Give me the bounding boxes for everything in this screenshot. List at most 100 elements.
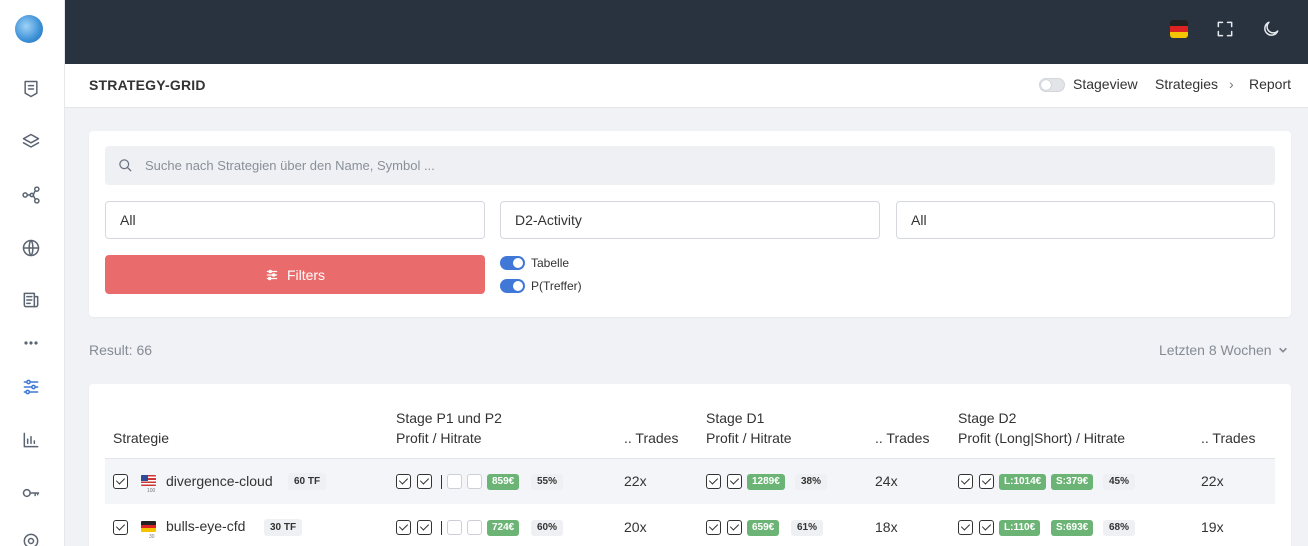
d1-trades: 24x: [875, 473, 898, 489]
d1-checkbox-2[interactable]: [727, 520, 742, 535]
list-icon[interactable]: [20, 78, 42, 100]
header-stage-d2-top: Stage D2: [958, 410, 1017, 426]
stageview-toggle[interactable]: [1039, 78, 1065, 92]
d2-hitrate-badge: 68%: [1103, 520, 1136, 536]
breadcrumb-chevron-icon: ›: [1229, 76, 1234, 92]
flag-us-icon: [141, 475, 156, 486]
switch-tabelle-label: Tabelle: [531, 256, 570, 270]
d1-hitrate-badge: 38%: [795, 474, 828, 490]
flag-sub-label: 100: [147, 488, 156, 494]
d1-checkbox-1[interactable]: [706, 474, 721, 489]
table-row[interactable]: 100 divergence-cloud 60 TF 859€ 55% 22x …: [105, 459, 1275, 504]
header-strategy: Strategie: [113, 430, 170, 446]
more-icon[interactable]: [20, 332, 42, 354]
logo-icon[interactable]: [15, 15, 43, 43]
header-stage-p-top: Stage P1 und P2: [396, 410, 502, 426]
filter-select-1[interactable]: All: [105, 201, 485, 239]
p1-checkbox[interactable]: [396, 520, 411, 535]
header-trades-2: .. Trades: [875, 430, 930, 446]
chart-icon[interactable]: [20, 429, 42, 451]
moon-icon[interactable]: [1261, 19, 1281, 39]
header-stage-d1-top: Stage D1: [706, 410, 765, 426]
switch-ptreffer-toggle[interactable]: [500, 279, 525, 293]
search-input[interactable]: [145, 146, 1265, 185]
p4-checkbox[interactable]: [467, 474, 482, 489]
page-title: STRATEGY-GRID: [89, 77, 206, 93]
p3-checkbox[interactable]: [447, 520, 462, 535]
filters-button-label: Filters: [286, 266, 326, 283]
d2-checkbox-2[interactable]: [979, 474, 994, 489]
table-row[interactable]: 30 bulls-eye-cfd 30 TF 724€ 60% 20x 659€…: [105, 505, 1275, 546]
switch-tabelle-toggle[interactable]: [500, 256, 525, 270]
d1-checkbox-2[interactable]: [727, 474, 742, 489]
d2-checkbox-1[interactable]: [958, 520, 973, 535]
breadcrumb-report[interactable]: Report: [1249, 76, 1291, 92]
breadcrumb-strategies[interactable]: Strategies: [1155, 76, 1218, 92]
strategy-table-card: Strategie Stage P1 und P2 Profit / Hitra…: [89, 384, 1291, 546]
p-hitrate-badge: 60%: [531, 520, 564, 536]
d1-checkbox-1[interactable]: [706, 520, 721, 535]
strategy-name[interactable]: bulls-eye-cfd: [166, 518, 245, 534]
filters-button[interactable]: Filters: [105, 255, 485, 294]
period-label: Letzten 8 Wochen: [1159, 342, 1272, 358]
chevron-down-icon: [1278, 347, 1287, 353]
news-icon[interactable]: [20, 289, 42, 311]
d2-short-badge: S:693€: [1051, 520, 1094, 536]
d1-hitrate-badge: 61%: [791, 520, 824, 536]
layers-icon[interactable]: [20, 131, 42, 153]
d2-checkbox-1[interactable]: [958, 474, 973, 489]
settings-icon[interactable]: [20, 530, 42, 546]
header-trades-3: .. Trades: [1201, 430, 1256, 446]
d2-short-badge: S:379€: [1051, 474, 1094, 490]
p1-checkbox[interactable]: [396, 474, 411, 489]
d1-profit-badge: 1289€: [747, 474, 785, 490]
separator: [441, 521, 442, 535]
stageview-label: Stageview: [1073, 76, 1138, 92]
result-count: Result: 66: [89, 342, 153, 358]
p4-checkbox[interactable]: [467, 520, 482, 535]
switch-tabelle[interactable]: Tabelle: [500, 256, 569, 270]
sliders-icon[interactable]: [20, 376, 42, 398]
p3-checkbox[interactable]: [447, 474, 462, 489]
header-stage-p-bottom: Profit / Hitrate: [396, 430, 482, 446]
header-stage-d2-bottom: Profit (Long|Short) / Hitrate: [958, 430, 1126, 446]
strategy-name[interactable]: divergence-cloud: [166, 473, 273, 489]
globe-icon[interactable]: [20, 237, 42, 259]
switch-ptreffer[interactable]: P(Treffer): [500, 279, 582, 293]
filter-select-2[interactable]: D2-Activity: [500, 201, 880, 239]
separator: [441, 475, 442, 489]
page-header: STRATEGY-GRID Stageview Strategies › Rep…: [65, 64, 1308, 108]
sliders-icon: [266, 269, 278, 280]
header-stage-d1-bottom: Profit / Hitrate: [706, 430, 792, 446]
row-select-checkbox[interactable]: [113, 520, 128, 535]
d1-profit-badge: 659€: [747, 520, 780, 536]
period-dropdown[interactable]: Letzten 8 Wochen: [1159, 342, 1288, 358]
filter-card: All D2-Activity All Filters Tabelle P(Tr…: [89, 131, 1291, 317]
search-icon: [119, 159, 132, 172]
flag-de-icon[interactable]: [1170, 20, 1188, 38]
d2-hitrate-badge: 45%: [1103, 474, 1136, 490]
share-nodes-icon[interactable]: [20, 184, 42, 206]
d2-long-badge: L:110€: [999, 520, 1041, 536]
key-icon[interactable]: [20, 482, 42, 504]
header-trades-1: .. Trades: [624, 430, 679, 446]
p-profit-badge: 724€: [487, 520, 520, 536]
d2-long-badge: L:1014€: [999, 474, 1047, 490]
flag-sub-label: 30: [149, 534, 155, 540]
switch-ptreffer-label: P(Treffer): [531, 279, 582, 293]
p2-checkbox[interactable]: [417, 520, 432, 535]
topbar: [65, 0, 1308, 64]
row-select-checkbox[interactable]: [113, 474, 128, 489]
filter-select-3[interactable]: All: [896, 201, 1275, 239]
p-profit-badge: 859€: [487, 474, 520, 490]
tf-badge: 30 TF: [264, 519, 303, 536]
p2-checkbox[interactable]: [417, 474, 432, 489]
d2-trades: 22x: [1201, 473, 1224, 489]
d2-checkbox-2[interactable]: [979, 520, 994, 535]
fullscreen-icon[interactable]: [1215, 19, 1235, 39]
p-hitrate-badge: 55%: [531, 474, 564, 490]
search-box: [105, 146, 1275, 185]
sidebar: [0, 0, 65, 546]
d1-trades: 18x: [875, 519, 898, 535]
p-trades: 20x: [624, 519, 647, 535]
